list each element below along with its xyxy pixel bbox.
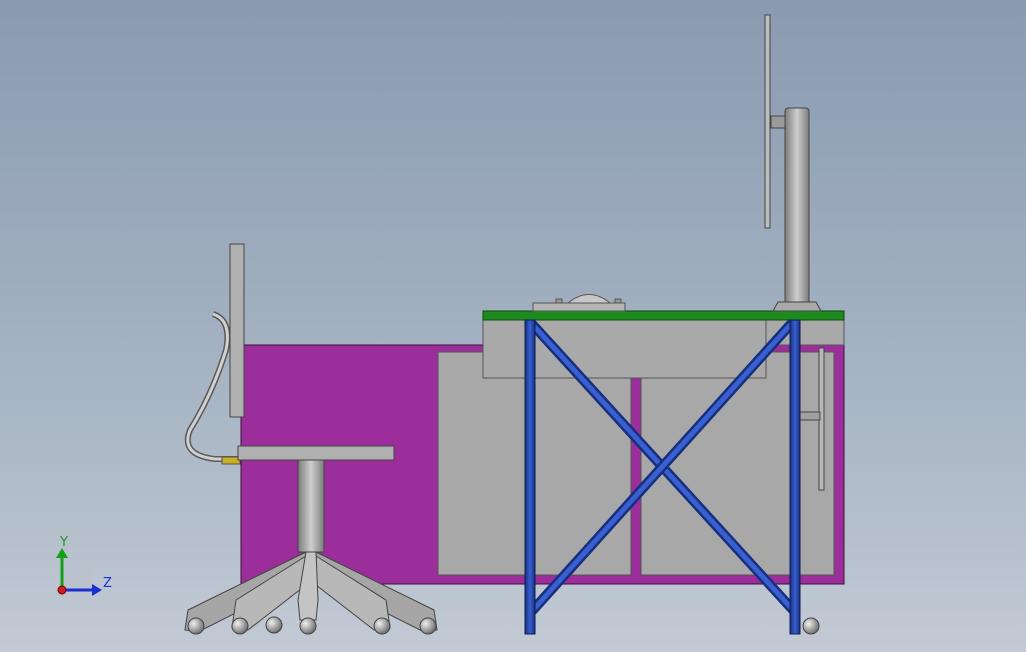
monitor[interactable] (764, 14, 822, 312)
cad-viewport[interactable]: Y Z (0, 0, 1026, 652)
triad-origin (57, 585, 67, 595)
chair-seat (237, 445, 395, 461)
frame-leg-left (524, 319, 536, 635)
chair-backrest (229, 243, 245, 418)
monitor-base (772, 301, 822, 312)
chair-caster (265, 616, 283, 634)
desk-device[interactable] (532, 294, 626, 312)
caster-ball (802, 617, 820, 635)
z-axis-label: Z (103, 576, 112, 591)
coordinate-triad[interactable]: Y Z (56, 535, 112, 596)
chair-gas-lift (297, 459, 325, 553)
chair-caster (187, 617, 205, 635)
monitor-mount (770, 115, 786, 129)
workstation-model[interactable]: Y Z (0, 0, 1026, 652)
cabinet[interactable] (240, 344, 845, 585)
chair-caster (231, 617, 249, 635)
monitor-pole (784, 107, 810, 305)
chair-caster (299, 617, 317, 635)
chair-caster (419, 617, 437, 635)
desktop-surface (482, 310, 845, 321)
y-axis-label: Y (59, 535, 68, 550)
frame-leg-right (789, 319, 801, 635)
monitor-panel (764, 14, 771, 229)
chair-caster (373, 617, 391, 635)
